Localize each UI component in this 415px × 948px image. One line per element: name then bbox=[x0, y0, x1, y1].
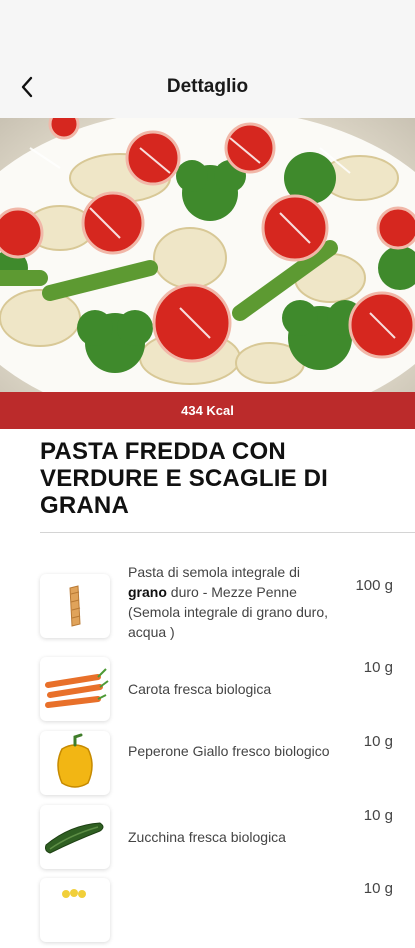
pasta-icon bbox=[40, 574, 110, 638]
ingredient-quantity: 10 g bbox=[363, 659, 393, 676]
ingredient-name: Carota fresca biologica bbox=[128, 681, 272, 697]
recipe-image bbox=[0, 118, 415, 392]
ingredient-item[interactable]: Carota fresca biologica 10 g bbox=[40, 657, 415, 727]
ingredient-name: Pasta di semola integrale di grano duro … bbox=[128, 564, 329, 640]
page-title: Dettaglio bbox=[166, 76, 249, 97]
carrot-icon bbox=[40, 657, 110, 721]
ingredient-item[interactable]: Pasta di semola integrale di grano duro … bbox=[40, 564, 415, 644]
ingredient-name: Zucchina fresca biologica bbox=[128, 829, 286, 845]
app-header: Dettaglio bbox=[0, 0, 415, 118]
divider bbox=[40, 532, 415, 533]
ingredient-item[interactable]: Zucchina fresca biologica 10 g bbox=[40, 805, 415, 875]
zucchini-icon bbox=[40, 805, 110, 869]
recipe-title: PASTA FREDDA CON VERDURE E SCAGLIE DI GR… bbox=[40, 438, 329, 519]
ingredient-item[interactable]: Peperone Giallo fresco biologico 10 g bbox=[40, 731, 415, 801]
ingredient-quantity: 10 g bbox=[363, 807, 393, 824]
ingredient-quantity: 10 g bbox=[363, 733, 393, 750]
ingredient-quantity: 10 g bbox=[363, 880, 393, 897]
kcal-badge: 434 Kcal bbox=[0, 392, 415, 429]
ingredient-item[interactable]: 10 g bbox=[40, 878, 415, 948]
ingredient-name: Peperone Giallo fresco biologico bbox=[128, 743, 330, 759]
ingredient-quantity: 100 g bbox=[355, 577, 393, 594]
corn-icon bbox=[40, 878, 110, 942]
pepper-icon bbox=[40, 731, 110, 795]
